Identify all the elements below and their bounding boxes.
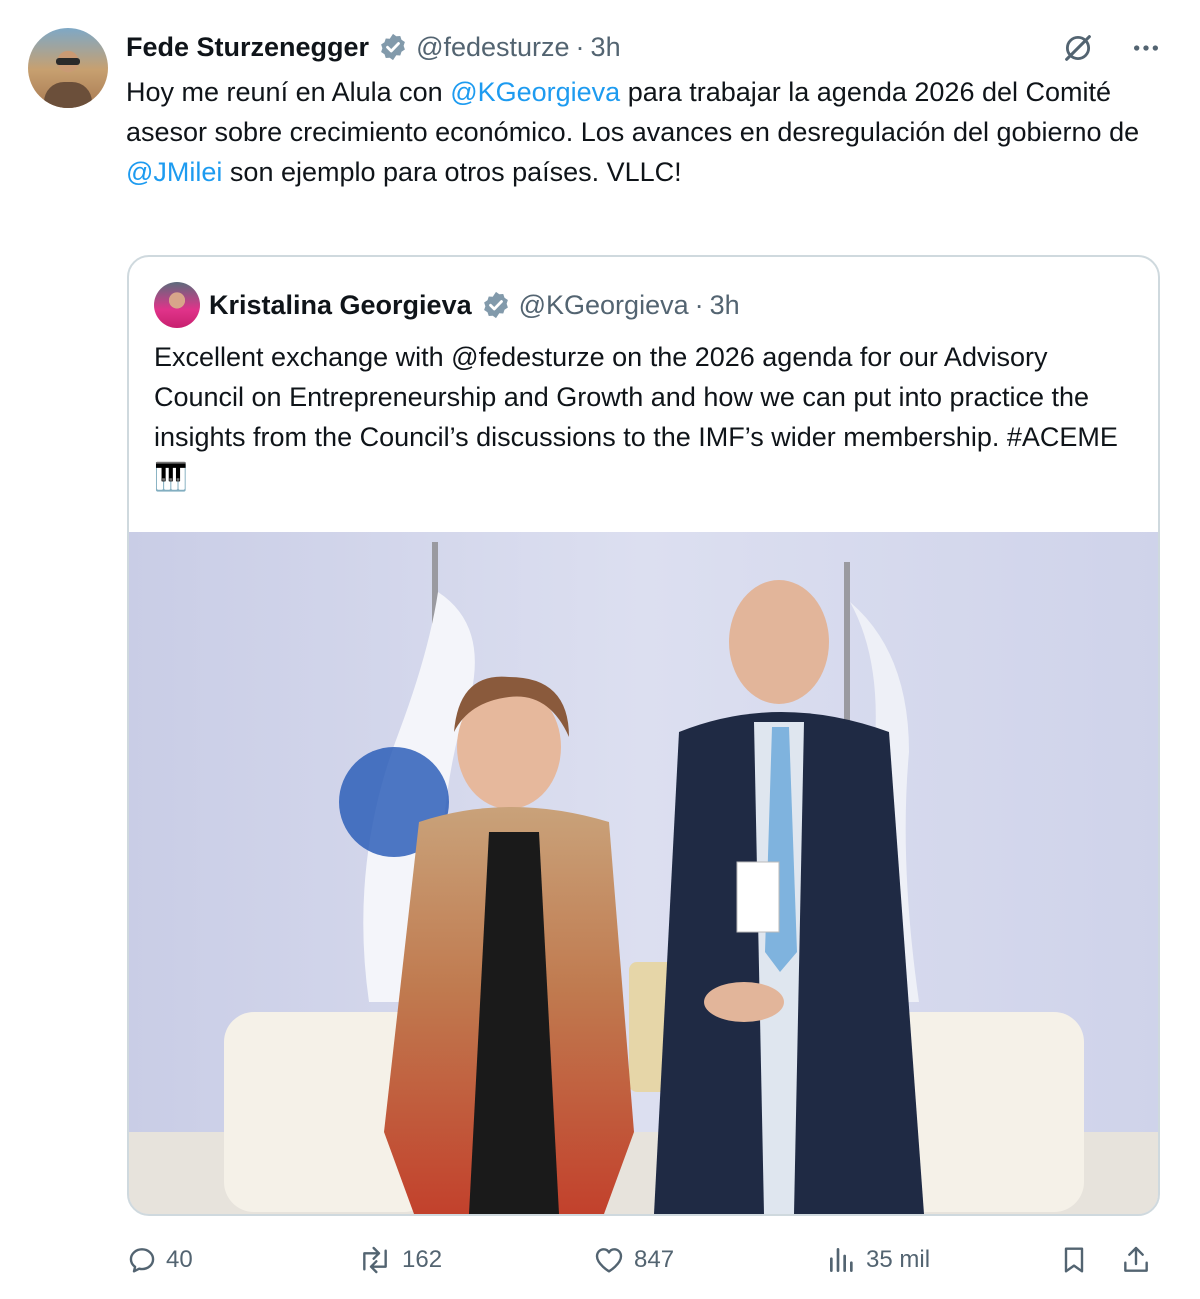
reply-icon <box>129 1248 155 1273</box>
quote-text: Excellent exchange with @fedesturze on t… <box>154 342 1118 492</box>
tweet-text: Hoy me reuní en Alula con @KGeorgieva pa… <box>126 72 1166 192</box>
author-name[interactable]: Fede Sturzenegger <box>126 32 369 63</box>
tweet-photo[interactable] <box>129 532 1158 1214</box>
photo-illustration <box>129 532 1158 1214</box>
reply-count: 40 <box>166 1246 193 1273</box>
bookmark-button[interactable] <box>1058 1238 1098 1282</box>
repost-count: 162 <box>402 1246 443 1273</box>
verified-badge-icon <box>381 33 405 61</box>
action-bar: 40 162 847 35 mil <box>126 1238 1166 1282</box>
quote-author-avatar[interactable] <box>154 282 200 328</box>
like-icon <box>595 1248 623 1273</box>
tweet-text-part: Hoy me reuní en Alula con <box>126 77 451 107</box>
mention-link[interactable]: @JMilei <box>126 157 222 187</box>
verified-badge-icon <box>483 291 508 319</box>
tweet-header: Fede Sturzenegger @fedesturze · 3h <box>126 30 621 64</box>
quoted-tweet[interactable]: Kristalina Georgieva @KGeorgieva · 3h Ex… <box>127 255 1160 1216</box>
more-icon[interactable] <box>1128 30 1164 66</box>
like-button[interactable]: 847 <box>592 1238 674 1282</box>
like-count: 847 <box>634 1246 675 1273</box>
separator: · <box>694 289 704 320</box>
bookmark-icon <box>1064 1247 1084 1273</box>
quote-header: Kristalina Georgieva @KGeorgieva · 3h <box>209 287 740 323</box>
quote-time[interactable]: 3h <box>710 290 740 321</box>
views-icon <box>830 1248 853 1272</box>
tweet-time[interactable]: 3h <box>591 32 621 63</box>
tweet-top-actions <box>1060 30 1164 66</box>
tweet-text-part: son ejemplo para otros países. VLLC! <box>222 157 682 187</box>
share-button[interactable] <box>1120 1238 1160 1282</box>
author-handle[interactable]: @fedesturze <box>416 32 569 63</box>
quote-author-handle[interactable]: @KGeorgieva <box>519 290 689 321</box>
avatar-glasses <box>56 58 80 65</box>
separator: · <box>575 31 585 62</box>
reply-button[interactable]: 40 <box>126 1238 193 1282</box>
avatar-shirt <box>44 82 92 108</box>
grok-icon[interactable] <box>1060 30 1096 66</box>
views-button[interactable]: 35 mil <box>826 1238 930 1282</box>
author-avatar[interactable] <box>28 28 108 108</box>
share-icon <box>1124 1246 1148 1272</box>
repost-button[interactable]: 162 <box>356 1238 442 1282</box>
views-count: 35 mil <box>866 1246 931 1273</box>
repost-icon <box>363 1246 387 1274</box>
mention-link[interactable]: @KGeorgieva <box>450 77 620 107</box>
quote-author-name[interactable]: Kristalina Georgieva <box>209 290 472 321</box>
